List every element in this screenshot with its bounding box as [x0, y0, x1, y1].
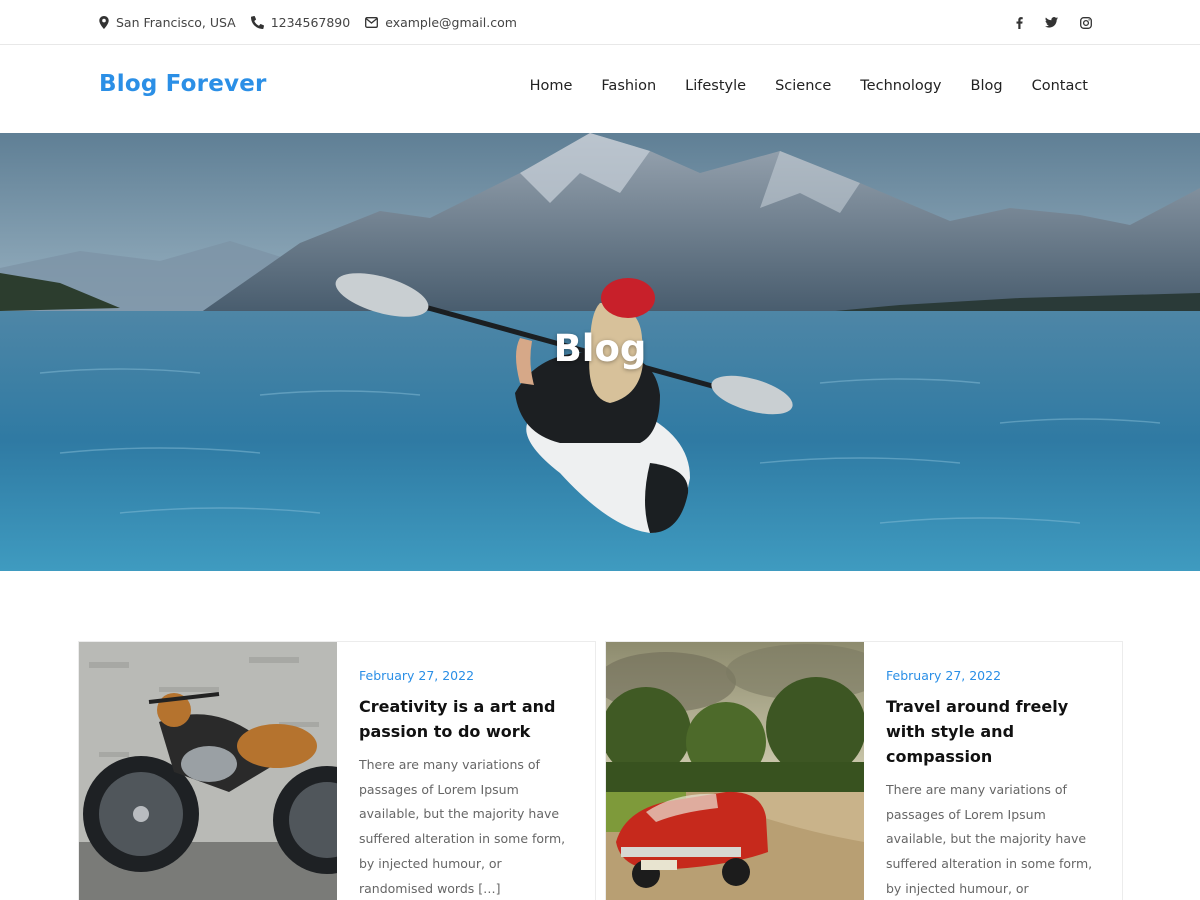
nav-technology[interactable]: Technology	[860, 78, 941, 94]
post-title[interactable]: Travel around freely with style and comp…	[886, 694, 1106, 769]
site-header: Blog Forever Home Fashion Lifestyle Scie…	[0, 45, 1200, 133]
post-thumbnail-motorcycle[interactable]	[79, 642, 337, 900]
location-text: San Francisco, USA	[116, 15, 236, 30]
contact-info: San Francisco, USA 1234567890 example@gm…	[99, 0, 532, 45]
facebook-icon[interactable]	[1016, 16, 1023, 29]
hero-title: Blog	[553, 327, 647, 370]
phone-item[interactable]: 1234567890	[250, 15, 351, 30]
location-item: San Francisco, USA	[99, 15, 236, 30]
post-excerpt: There are many variations of passages of…	[886, 782, 1093, 896]
post-card[interactable]: February 27, 2022 Travel around freely w…	[605, 641, 1123, 900]
hero-banner: Blog	[0, 133, 1200, 571]
post-thumbnail-car[interactable]	[606, 642, 864, 900]
post-body: February 27, 2022 Travel around freely w…	[886, 668, 1106, 900]
instagram-icon[interactable]	[1080, 16, 1092, 29]
nav-fashion[interactable]: Fashion	[601, 78, 656, 94]
social-links	[994, 0, 1092, 45]
nav-lifestyle[interactable]: Lifestyle	[685, 78, 746, 94]
post-excerpt: There are many variations of passages of…	[359, 757, 566, 896]
site-logo[interactable]: Blog Forever	[99, 71, 267, 97]
post-date[interactable]: February 27, 2022	[886, 668, 1106, 683]
email-item[interactable]: example@gmail.com	[365, 15, 517, 30]
post-title[interactable]: Creativity is a art and passion to do wo…	[359, 694, 579, 744]
top-bar: San Francisco, USA 1234567890 example@gm…	[0, 0, 1200, 45]
envelope-icon	[365, 17, 379, 28]
post-body: February 27, 2022 Creativity is a art an…	[359, 668, 579, 900]
nav-blog[interactable]: Blog	[971, 78, 1003, 94]
nav-contact[interactable]: Contact	[1032, 78, 1088, 94]
nav-home[interactable]: Home	[530, 78, 573, 94]
main-nav: Home Fashion Lifestyle Science Technolog…	[501, 78, 1088, 94]
phone-text: 1234567890	[270, 15, 351, 30]
nav-science[interactable]: Science	[775, 78, 831, 94]
twitter-icon[interactable]	[1045, 17, 1058, 28]
map-marker-icon	[99, 16, 109, 29]
post-date[interactable]: February 27, 2022	[359, 668, 579, 683]
phone-icon	[250, 16, 264, 29]
post-card[interactable]: February 27, 2022 Creativity is a art an…	[78, 641, 596, 900]
email-text: example@gmail.com	[385, 15, 517, 30]
